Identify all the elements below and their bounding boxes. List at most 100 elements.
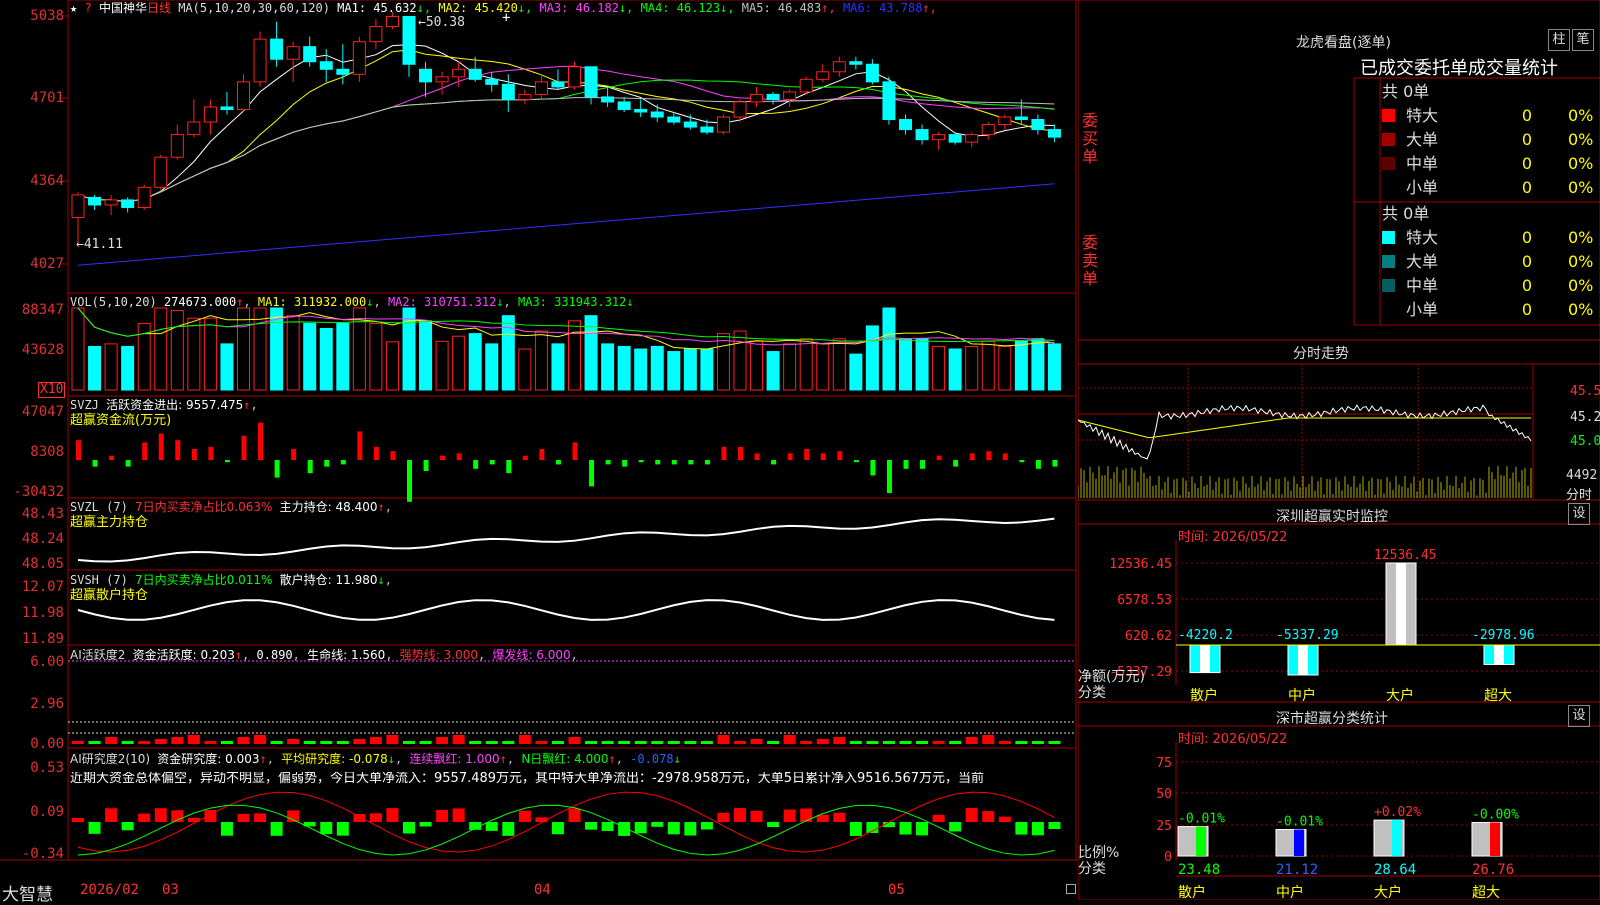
svzj-bar-12 <box>274 460 280 478</box>
buy-pct-0: 0% <box>1568 106 1594 125</box>
vol-bar-11 <box>253 307 267 391</box>
ai2-nred-arrow: ↑ <box>608 752 616 766</box>
tick-view-button[interactable]: 笔 <box>1572 29 1594 51</box>
sell-swatch-0 <box>1382 231 1395 244</box>
ai1-bar-41 <box>750 739 763 744</box>
vol-bar-10 <box>237 307 250 391</box>
ai2-bar-2 <box>105 808 118 822</box>
svzj-bar-25 <box>489 460 495 465</box>
candle-body-12 <box>270 38 284 60</box>
candle-body-10 <box>237 81 250 110</box>
ma-arrow-4: ↓, <box>720 1 735 15</box>
ai1-bar-44 <box>800 741 813 744</box>
candle-body-59 <box>1047 129 1061 138</box>
ai1-bar-10 <box>237 737 250 744</box>
ai1-bar-32 <box>601 741 614 744</box>
ai1-bar-42 <box>767 741 780 744</box>
vol-bar-15 <box>319 328 333 391</box>
candle-body-7 <box>187 121 201 136</box>
ma-label: MA(5,10,20,30,60,120) <box>178 1 330 15</box>
candle-body-18 <box>369 26 383 43</box>
candle-body-41 <box>750 93 764 103</box>
vol-bar-48 <box>865 325 879 391</box>
vol-bar-1 <box>88 345 102 391</box>
column-view-button[interactable]: 柱 <box>1548 29 1570 51</box>
svsh-y-label-2: 11.89 <box>21 631 64 647</box>
brand-label: 大智慧 <box>2 885 53 905</box>
sell-value-3: 0 <box>1521 300 1532 319</box>
candle-body-17 <box>352 41 366 75</box>
ai2-nred: N日飘红: 4.000 <box>521 752 609 766</box>
vol-bar-47 <box>849 353 863 391</box>
ai2-text: 资金研究度: 0.003 <box>157 752 260 766</box>
monitor-bar-label-3: -2978.96 <box>1472 628 1535 643</box>
candle-body-14 <box>303 46 317 63</box>
classify-bar-accent-3 <box>1490 822 1500 856</box>
ai2-bar-58 <box>1031 822 1044 836</box>
candle-body-48 <box>865 63 879 83</box>
vol-label: VOL(5,10,20) <box>70 295 157 309</box>
candle-body-8 <box>203 106 217 123</box>
vol-bar-24 <box>468 333 482 391</box>
buy-swatch-1 <box>1382 133 1395 146</box>
ma-arrow-5: ↑, <box>821 1 836 15</box>
candle-body-47 <box>849 61 863 65</box>
classify-bar-change-3: -0.00% <box>1472 807 1519 822</box>
sell-swatch-2 <box>1382 279 1395 292</box>
svzj-bar-52 <box>936 455 942 460</box>
ai2-summary: 近期大资金总体偏空，异动不明显，偏弱势，今日大单净流入：9557.489万元，其… <box>70 772 985 786</box>
ai2-red-arrow: ↑ <box>499 752 507 766</box>
svzj-bar-7 <box>191 449 197 460</box>
ai2-y-label-0: 0.53 <box>30 760 64 776</box>
monitor-y-label-2: 620.62 <box>1125 629 1172 644</box>
svzj-bar-44 <box>804 449 810 460</box>
ai1-bar-5 <box>154 739 167 744</box>
candle-body-33 <box>617 101 631 110</box>
candle-body-54 <box>965 134 979 143</box>
svzj-label: SVZJ <box>70 398 99 412</box>
question-icon[interactable]: ? <box>84 1 91 15</box>
ai2-bar-47 <box>849 822 862 836</box>
svzj-bar-45 <box>820 453 826 460</box>
ai1-bar-29 <box>551 741 564 744</box>
svzl-ratio: 7日内买卖净占比0.063% <box>135 500 273 514</box>
lock-icon[interactable] <box>1066 884 1076 894</box>
buy-side-label: 委买单 <box>1082 111 1099 166</box>
svzj-bar-33 <box>622 460 628 467</box>
stock-title[interactable]: 中国神华 <box>99 1 147 15</box>
svzj-bar-16 <box>340 460 346 465</box>
ai2-bar-56 <box>998 816 1011 822</box>
classify-settings-button[interactable]: 设 <box>1568 705 1590 727</box>
classify-bar-change-0: -0.01% <box>1178 812 1225 827</box>
ai2-bar-18 <box>369 813 382 822</box>
vol-ma3: MA3: 331943.312 <box>518 295 627 309</box>
intraday-y-0: 45.51 <box>1570 384 1600 399</box>
svzj-subtitle: 超赢资金流(万元) <box>70 413 172 428</box>
classify-bar-change-1: -0.01% <box>1276 815 1323 830</box>
ai2-bar-50 <box>899 822 912 835</box>
candle-body-44 <box>799 78 813 93</box>
monitor-cat-2: 大户 <box>1386 687 1414 704</box>
ai1-bar-8 <box>204 741 217 744</box>
vol-y-label-0: 88347 <box>21 302 64 318</box>
svzl-label: SVZL (7) <box>70 500 128 514</box>
candle-body-55 <box>981 124 995 136</box>
intraday-unit: 分时 <box>1566 488 1593 503</box>
candle-body-43 <box>783 91 797 100</box>
classify-y-label-3: 0 <box>1164 850 1172 865</box>
intraday-y-2: 45.01 <box>1570 434 1600 449</box>
svzj-bar-13 <box>291 449 297 460</box>
classify-cat-0: 散户 <box>1178 884 1206 900</box>
star-icon[interactable]: ★ <box>70 1 77 15</box>
ma-arrow-2: ↓, <box>517 1 533 15</box>
candle-body-25 <box>485 78 499 85</box>
ma-values: MA1: 45.632↓, MA2: 45.420↓, MA3: 46.182↓… <box>337 1 937 15</box>
ai1-bar-12 <box>270 741 283 744</box>
vol-ma1: MA1: 311932.000 <box>257 295 367 309</box>
ma-value-4: MA4: 46.123 <box>633 1 721 15</box>
candle-body-56 <box>998 116 1012 126</box>
vol-bar-5 <box>154 307 168 391</box>
period-label[interactable]: 日线 <box>147 1 171 15</box>
price-y-label-3: 4027 <box>30 256 64 272</box>
monitor-settings-button[interactable]: 设 <box>1568 503 1590 525</box>
